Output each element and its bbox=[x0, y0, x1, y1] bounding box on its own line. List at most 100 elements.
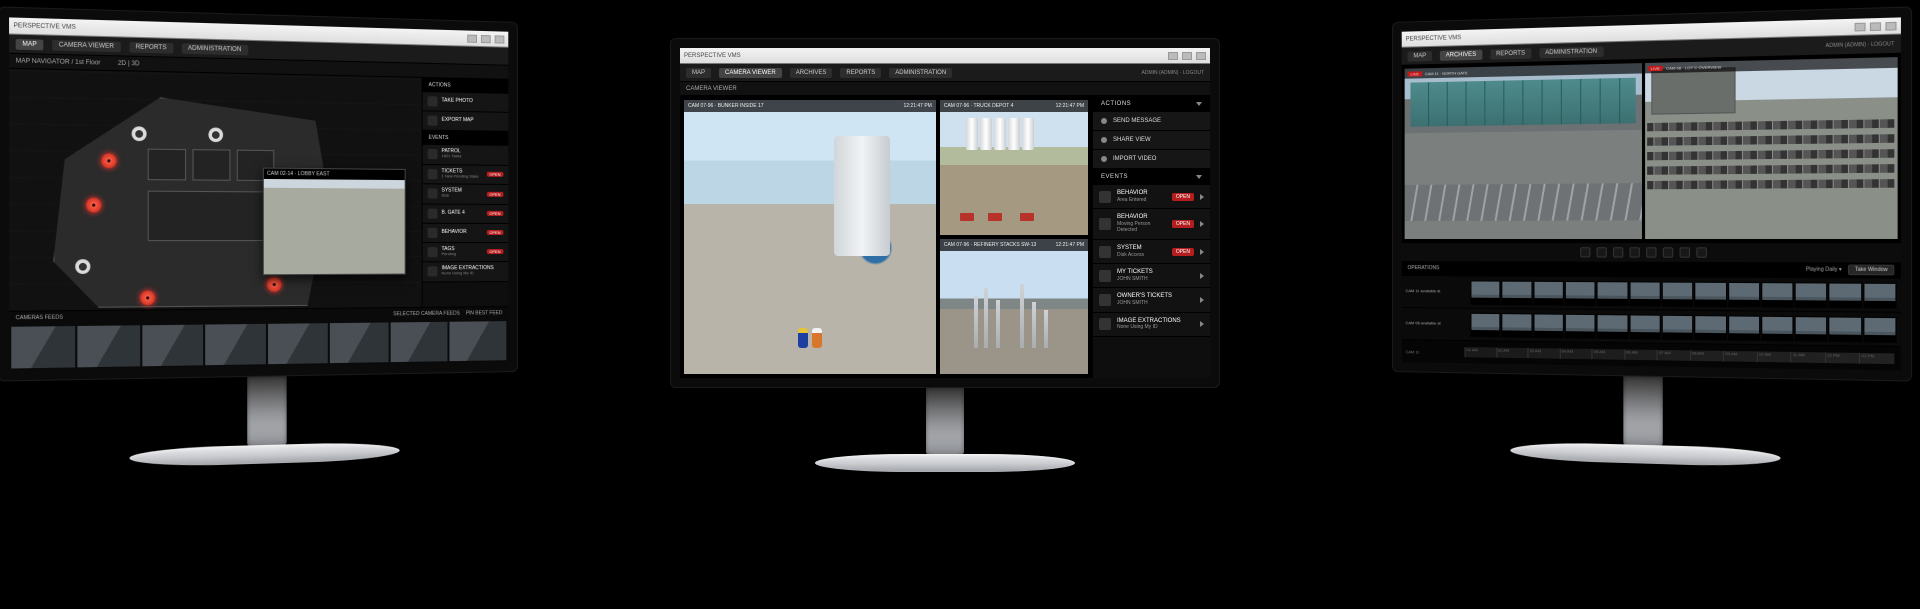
feed-thumb[interactable] bbox=[268, 323, 328, 364]
event-item[interactable]: OWNER'S TICKETSJOHN SMITH bbox=[1093, 288, 1210, 312]
film-frame[interactable] bbox=[1662, 281, 1694, 306]
film-frame[interactable] bbox=[1629, 281, 1661, 306]
feed-thumb[interactable] bbox=[390, 322, 448, 362]
film-frame[interactable] bbox=[1795, 282, 1828, 308]
window-maximize-icon[interactable] bbox=[1182, 52, 1192, 60]
window-maximize-icon[interactable] bbox=[481, 34, 491, 42]
breadcrumb[interactable]: MAP NAVIGATOR / 1st Floor bbox=[16, 58, 101, 66]
window-close-icon[interactable] bbox=[495, 35, 505, 43]
step-back-button[interactable] bbox=[1613, 247, 1623, 257]
film-frame[interactable] bbox=[1694, 315, 1726, 340]
tab-archives[interactable]: ARCHIVES bbox=[1440, 49, 1482, 60]
film-frame[interactable] bbox=[1728, 281, 1760, 306]
event-item[interactable]: PATROL1621 Tasks bbox=[423, 145, 509, 166]
tab-camera-viewer[interactable]: CAMERA VIEWER bbox=[52, 39, 120, 51]
archive-tile-gate[interactable]: LIVE CAM 11 · NORTH GATE bbox=[1405, 63, 1642, 239]
tab-admin[interactable]: ADMINISTRATION bbox=[181, 43, 247, 55]
mode-select[interactable]: Playing Daily ▾ bbox=[1806, 267, 1842, 274]
sensor-marker[interactable]: ⬤ bbox=[75, 259, 90, 274]
feed-thumb[interactable] bbox=[450, 321, 507, 361]
film-frame[interactable] bbox=[1662, 314, 1694, 339]
event-item[interactable]: SYSTEMDiskOPEN bbox=[423, 184, 509, 204]
film-frame[interactable] bbox=[1761, 315, 1794, 341]
action-import-video[interactable]: IMPORT VIDEO bbox=[1093, 150, 1210, 169]
window-minimize-icon[interactable] bbox=[1855, 22, 1866, 31]
view-mode-toggle[interactable]: 2D | 3D bbox=[118, 60, 140, 67]
camera-marker[interactable]: ● bbox=[267, 277, 282, 292]
feeds-pin-button[interactable]: PIN BEST FEED bbox=[466, 310, 503, 316]
feed-thumb[interactable] bbox=[330, 322, 389, 363]
take-window-button[interactable]: Take Window bbox=[1848, 265, 1894, 276]
window-minimize-icon[interactable] bbox=[1168, 52, 1178, 60]
film-frame[interactable] bbox=[1629, 314, 1661, 339]
film-frame[interactable] bbox=[1470, 280, 1500, 305]
film-frame[interactable] bbox=[1761, 282, 1794, 308]
window-minimize-icon[interactable] bbox=[467, 34, 477, 42]
film-frame[interactable] bbox=[1597, 314, 1628, 339]
sensor-marker[interactable]: ⬤ bbox=[208, 127, 223, 142]
film-frame[interactable] bbox=[1502, 280, 1532, 305]
event-item[interactable]: IMAGE EXTRACTIONSNone Using My ID bbox=[1093, 313, 1210, 337]
event-item[interactable]: IMAGE EXTRACTIONSNone Using My ID bbox=[423, 262, 509, 282]
fast-forward-button[interactable] bbox=[1663, 247, 1673, 257]
event-item[interactable]: BEHAVIORArea Entered OPEN bbox=[1093, 185, 1210, 209]
event-item[interactable]: TAGSPendingOPEN bbox=[423, 243, 509, 263]
video-tile-2[interactable]: CAM 07-96 · REFINERY STACKS SW-13 12:21:… bbox=[940, 239, 1088, 374]
loop-button[interactable] bbox=[1696, 247, 1707, 257]
feeds-select-button[interactable]: SELECTED CAMERA FEEDS bbox=[393, 311, 460, 318]
tab-archives[interactable]: ARCHIVES bbox=[790, 68, 833, 78]
camera-marker[interactable]: ● bbox=[86, 198, 101, 213]
sensor-marker[interactable]: ⬤ bbox=[132, 126, 147, 141]
action-take-photo[interactable]: TAKE PHOTO bbox=[423, 92, 509, 113]
map-canvas[interactable]: ● ● ⬤ ⬤ ● ● ● ⬤ CAM 02-14 · LOBBY EAST bbox=[9, 69, 422, 311]
tab-camera-viewer[interactable]: CAMERA VIEWER bbox=[719, 68, 782, 78]
tab-admin[interactable]: ADMINISTRATION bbox=[1539, 46, 1603, 58]
feed-thumb[interactable] bbox=[77, 325, 140, 367]
tab-reports[interactable]: REPORTS bbox=[840, 68, 881, 78]
film-frame[interactable] bbox=[1863, 282, 1897, 308]
events-header[interactable]: EVENTS bbox=[423, 131, 509, 146]
film-frame[interactable] bbox=[1470, 312, 1500, 337]
film-frame[interactable] bbox=[1829, 316, 1862, 342]
action-export-map[interactable]: EXPORT MAP bbox=[423, 111, 509, 132]
film-frame[interactable] bbox=[1694, 281, 1726, 306]
events-header[interactable]: EVENTS bbox=[1093, 169, 1210, 185]
film-frame[interactable] bbox=[1502, 313, 1532, 338]
actions-header[interactable]: ACTIONS bbox=[1093, 96, 1210, 112]
archive-tile-lot[interactable]: LIVE CAM 08 · LOT C OVERVIEW bbox=[1645, 57, 1898, 239]
event-item[interactable]: SYSTEMDisk Access OPEN bbox=[1093, 240, 1210, 264]
event-item[interactable]: BEHAVIORMoving Person Detected OPEN bbox=[1093, 209, 1210, 240]
play-button[interactable] bbox=[1630, 247, 1640, 257]
film-frame[interactable] bbox=[1597, 281, 1628, 306]
step-forward-button[interactable] bbox=[1646, 247, 1656, 257]
action-send-message[interactable]: SEND MESSAGE bbox=[1093, 112, 1210, 131]
user-status[interactable]: ADMIN (ADMIN) · LOGOUT bbox=[1826, 41, 1895, 49]
film-frame[interactable] bbox=[1728, 315, 1760, 341]
timeline-track[interactable]: 01 AM02 AM03 AM04 AM05 AM06 AM07 AM08 AM… bbox=[1465, 347, 1895, 364]
window-close-icon[interactable] bbox=[1196, 52, 1206, 60]
film-frame[interactable] bbox=[1533, 280, 1564, 305]
film-frame[interactable] bbox=[1565, 313, 1596, 338]
tab-map[interactable]: MAP bbox=[16, 38, 44, 49]
window-maximize-icon[interactable] bbox=[1870, 22, 1881, 31]
skip-start-button[interactable] bbox=[1580, 247, 1590, 257]
action-share-view[interactable]: SHARE VIEW bbox=[1093, 131, 1210, 150]
event-item[interactable]: BEHAVIOROPEN bbox=[423, 223, 509, 242]
tab-reports[interactable]: REPORTS bbox=[1490, 48, 1531, 59]
skip-end-button[interactable] bbox=[1680, 247, 1691, 257]
tab-reports[interactable]: REPORTS bbox=[129, 41, 173, 53]
tab-map[interactable]: MAP bbox=[686, 68, 711, 78]
feed-thumb[interactable] bbox=[205, 324, 266, 365]
camera-marker[interactable]: ● bbox=[101, 153, 116, 168]
event-item[interactable]: MY TICKETSJOHN SMITH bbox=[1093, 264, 1210, 288]
film-frame[interactable] bbox=[1565, 280, 1596, 305]
video-tile-1[interactable]: CAM 07-96 · TRUCK DEPOT 4 12:21:47 PM bbox=[940, 100, 1088, 235]
event-item[interactable]: TICKETS1 New Pending StateOPEN bbox=[423, 165, 509, 185]
event-item[interactable]: B. GATE 4OPEN bbox=[423, 204, 509, 223]
film-frame[interactable] bbox=[1863, 316, 1897, 342]
feed-thumb[interactable] bbox=[11, 326, 75, 368]
tab-admin[interactable]: ADMINISTRATION bbox=[889, 68, 952, 78]
camera-marker[interactable]: ● bbox=[140, 290, 155, 305]
user-status[interactable]: ADMIN (ADMIN) · LOGOUT bbox=[1142, 70, 1205, 76]
pip-preview[interactable]: CAM 02-14 · LOBBY EAST bbox=[263, 168, 406, 276]
